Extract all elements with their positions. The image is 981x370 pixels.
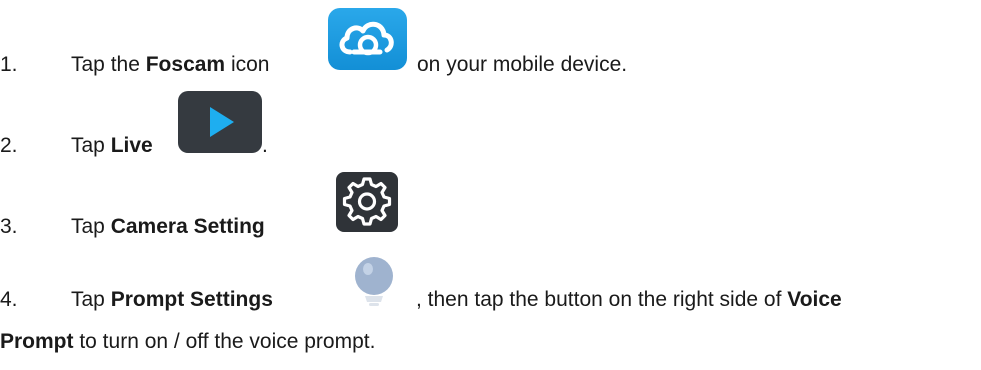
gear-icon	[336, 172, 398, 232]
step-bold-term: Live	[110, 134, 153, 157]
step-text-pre: Tap	[71, 215, 111, 238]
step-text-post-wrap: , then tap the button on the right side …	[416, 287, 842, 313]
step-bold-term: Camera Setting	[110, 215, 265, 238]
foscam-cloud-app-icon	[328, 8, 407, 70]
step-text-post: .	[262, 134, 268, 157]
lightbulb-icon	[348, 252, 400, 310]
step-text-pre: Tap the	[71, 53, 146, 76]
step-bold-term-2: Voice	[787, 288, 842, 311]
step-text-pre: Tap	[71, 134, 111, 157]
step-text-pre: Tap	[71, 288, 111, 311]
step-bold-term: Foscam	[145, 53, 226, 76]
play-icon	[178, 91, 262, 153]
step-text: Tap Camera Setting	[71, 214, 265, 240]
step-text-rest: to turn on / off the voice prompt.	[73, 330, 376, 353]
step-number: 3.	[0, 215, 18, 238]
step-text: Tap Prompt Settings	[71, 287, 273, 313]
step-text-post: , then tap the button on the right side …	[416, 288, 788, 311]
step-bold-term-3: Prompt	[0, 330, 74, 353]
step-4-continued: Prompt to turn on / off the voice prompt…	[0, 329, 375, 355]
step-text: Tap Live	[71, 133, 153, 159]
step-text-mid: icon	[225, 53, 270, 76]
instruction-document: 1. Tap the Foscam icon on your mobile de…	[0, 0, 981, 370]
step-text-post: on your mobile device.	[417, 53, 628, 76]
step-bold-term: Prompt Settings	[110, 288, 273, 311]
step-number: 1.	[0, 53, 18, 76]
step-number: 2.	[0, 134, 18, 157]
step-number: 4.	[0, 288, 18, 311]
step-text: Tap the Foscam icon	[71, 52, 269, 78]
